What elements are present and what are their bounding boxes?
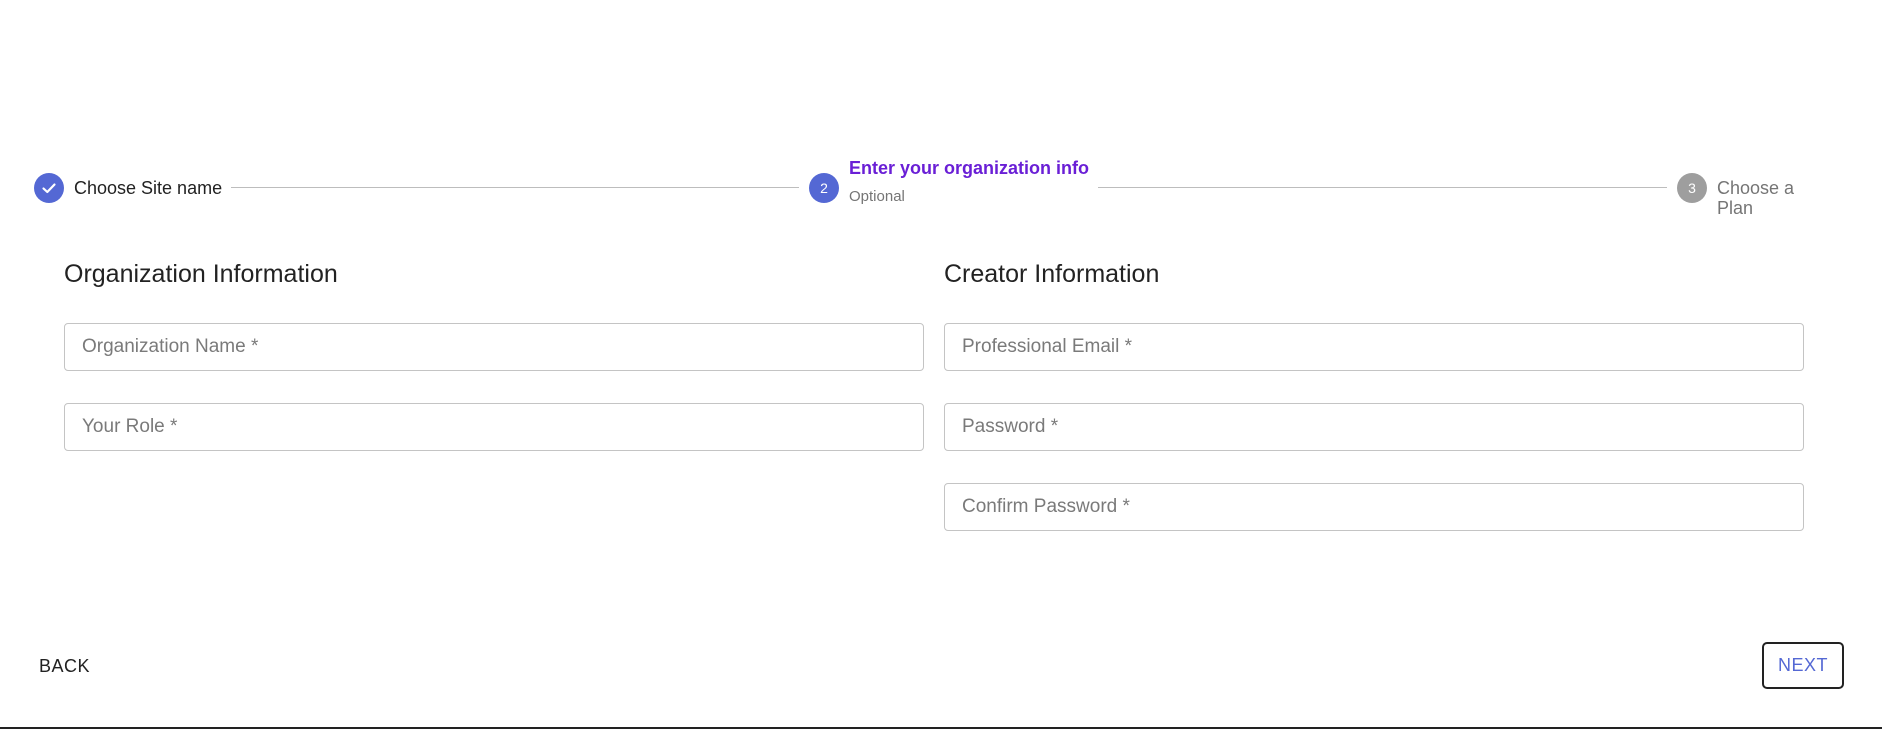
- stepper: Choose Site name 2 Enter your organizati…: [34, 158, 1834, 218]
- professional-email-field[interactable]: [944, 323, 1804, 371]
- check-icon: [42, 183, 56, 194]
- step-enter-organization-info[interactable]: 2 Enter your organization info Optional: [809, 158, 1089, 205]
- next-button[interactable]: NEXT: [1762, 642, 1844, 689]
- step-2-number: 2: [809, 173, 839, 203]
- step-1-label: Choose Site name: [74, 178, 223, 198]
- professional-email-input[interactable]: [945, 324, 1803, 370]
- step-2-optional: Optional: [849, 188, 905, 205]
- password-field[interactable]: [944, 403, 1804, 451]
- step-connector-1: [231, 187, 799, 188]
- organization-name-input[interactable]: [65, 324, 923, 370]
- organization-section-title: Organization Information: [64, 260, 338, 288]
- creator-section-title: Creator Information: [944, 260, 1160, 288]
- step-3-number: 3: [1677, 173, 1707, 203]
- confirm-password-input[interactable]: [945, 484, 1803, 530]
- step-connector-2: [1098, 187, 1667, 188]
- step-choose-plan[interactable]: 3 Choose a Plan: [1677, 173, 1834, 218]
- organization-name-field[interactable]: [64, 323, 924, 371]
- back-button[interactable]: BACK: [26, 646, 103, 686]
- step-choose-site-name[interactable]: Choose Site name: [34, 173, 222, 203]
- password-input[interactable]: [945, 404, 1803, 450]
- confirm-password-field[interactable]: [944, 483, 1804, 531]
- step-2-label: Enter your organization info: [849, 158, 1090, 178]
- step-1-check-icon: [34, 173, 64, 203]
- your-role-input[interactable]: [65, 404, 923, 450]
- your-role-field[interactable]: [64, 403, 924, 451]
- step-3-label: Choose a Plan: [1717, 178, 1795, 218]
